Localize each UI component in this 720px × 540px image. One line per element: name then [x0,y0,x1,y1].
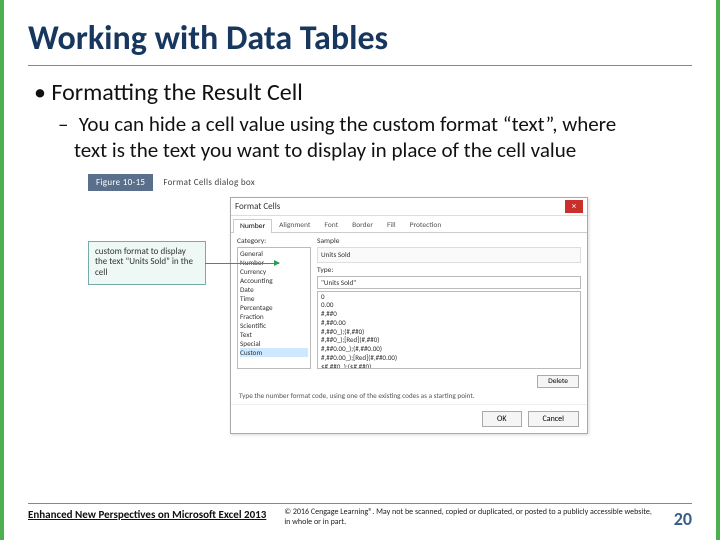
slide-title: Working with Data Tables [28,18,692,66]
type-label: Type: [317,266,581,275]
category-item[interactable]: Fraction [240,312,308,321]
bullet-level-1: Formatting the Result Cell [34,78,692,107]
dialog-buttons: OK Cancel [231,404,587,433]
type-input[interactable]: "Units Sold" [317,276,581,289]
bullet-level-2: – You can hide a cell value using the cu… [74,111,652,164]
category-item[interactable]: Currency [240,267,308,276]
format-cells-dialog: Format Cells × Number Alignment Font Bor… [230,197,588,434]
format-item[interactable]: 0.00 [321,301,577,310]
ok-button[interactable]: OK [482,411,521,427]
figure-header: Figure 10-15 Format Cells dialog box [88,174,692,191]
arrow-icon [205,263,279,264]
sample-box: Units Sold [317,247,581,263]
cancel-button[interactable]: Cancel [528,411,580,427]
slide: Working with Data Tables Formatting the … [0,0,720,540]
category-item[interactable]: Text [240,330,308,339]
category-item[interactable]: Special [240,339,308,348]
dash-icon: – [58,111,74,137]
tab-font[interactable]: Font [317,218,345,232]
footer-book-title: Enhanced New Perspectives on Microsoft E… [28,508,266,521]
dialog-tabs: Number Alignment Font Border Fill Protec… [231,216,587,233]
category-item[interactable]: Time [240,294,308,303]
tab-number[interactable]: Number [233,219,272,233]
category-item[interactable]: Date [240,285,308,294]
tab-protection[interactable]: Protection [403,218,449,232]
category-item[interactable]: Accounting [240,276,308,285]
tab-alignment[interactable]: Alignment [272,218,317,232]
right-column: Sample Units Sold Type: "Units Sold" 0 0… [317,237,581,369]
bullet2-text: You can hide a cell value using the cust… [74,111,616,163]
callout-text: custom format to display the text “Units… [95,246,193,279]
dialog-body: Category: General Number Currency Accoun… [231,233,587,373]
bullet1-text: Formatting the Result Cell [51,78,302,107]
category-item[interactable]: General [240,249,308,258]
figure: Figure 10-15 Format Cells dialog box cus… [88,174,692,434]
dialog-titlebar: Format Cells × [231,198,587,216]
footer-copyright: © 2016 Cengage Learning®. May not be sca… [284,508,655,527]
format-item[interactable]: 0 [321,293,577,302]
figure-body: custom format to display the text “Units… [88,197,692,434]
callout-column: custom format to display the text “Units… [88,197,230,285]
sample-label: Sample [317,237,581,246]
tab-fill[interactable]: Fill [380,218,403,232]
delete-button[interactable]: Delete [537,375,579,388]
figure-badge: Figure 10-15 [88,174,153,191]
format-list[interactable]: 0 0.00 #,##0 #,##0.00 #,##0_);(#,##0) #,… [317,291,581,369]
page-number: 20 [674,508,692,530]
format-item[interactable]: #,##0 [321,310,577,319]
close-icon[interactable]: × [565,200,583,213]
dialog-hint: Type the number format code, using one o… [231,388,587,400]
delete-row: Delete [231,373,587,388]
category-column: Category: General Number Currency Accoun… [237,237,311,369]
category-item[interactable]: Percentage [240,303,308,312]
category-item-selected[interactable]: Custom [240,348,308,357]
dialog-title: Format Cells [235,201,280,212]
category-label: Category: [237,237,311,246]
format-item[interactable]: $#,##0_);($#,##0) [321,363,577,369]
category-item[interactable]: Scientific [240,321,308,330]
slide-footer: Enhanced New Perspectives on Microsoft E… [28,503,692,530]
callout-box: custom format to display the text “Units… [88,241,206,285]
figure-caption: Format Cells dialog box [163,177,255,188]
tab-border[interactable]: Border [345,218,380,232]
